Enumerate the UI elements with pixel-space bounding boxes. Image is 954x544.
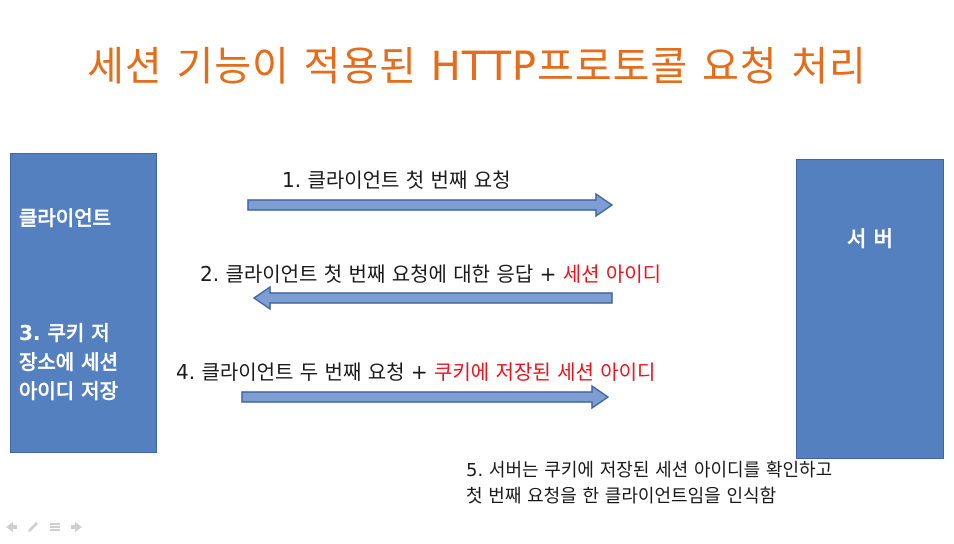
client-note-line-2: 장소에 세션 [19, 350, 118, 374]
final-note-line-2: 첫 번째 요청을 한 클라이언트임을 인식함 [466, 486, 777, 507]
slide-title: 세션 기능이 적용된 HTTP프로토콜 요청 처리 [87, 44, 867, 90]
final-note-line-1: 5. 서버는 쿠키에 저장된 세션 아이디를 확인하고 [466, 460, 833, 481]
message-1-label: 1. 클라이언트 첫 번째 요청 [282, 168, 511, 192]
arrow-1-to-server [247, 192, 614, 218]
client-note-line-3: 아이디 저장 [19, 379, 118, 403]
message-4-label: 4. 클라이언트 두 번째 요청 + 쿠키에 저장된 세션 아이디 [176, 356, 655, 385]
pen-icon[interactable] [26, 520, 40, 534]
server-label: 서 버 [847, 227, 893, 251]
message-4-highlight: 쿠키에 저장된 세션 아이디 [433, 360, 656, 384]
arrow-2-to-client [252, 285, 613, 311]
client-box: 클라이언트 3. 쿠키 저 장소에 세션 아이디 저장 [10, 153, 157, 453]
message-4-text: 4. 클라이언트 두 번째 요청 + [176, 360, 434, 384]
server-box: 서 버 [796, 159, 944, 459]
message-2-highlight: 세션 아이디 [562, 262, 662, 286]
client-note: 3. 쿠키 저 장소에 세션 아이디 저장 [19, 319, 154, 406]
client-note-line-1: 3. 쿠키 저 [19, 321, 110, 345]
arrow-4-to-server [241, 384, 610, 410]
menu-icon[interactable] [48, 520, 62, 534]
prev-slide-icon[interactable] [4, 520, 18, 534]
next-slide-icon[interactable] [70, 520, 84, 534]
message-2-label: 2. 클라이언트 첫 번째 요청에 대한 응답 + 세션 아이디 [200, 258, 661, 287]
final-note: 5. 서버는 쿠키에 저장된 세션 아이디를 확인하고 첫 번째 요청을 한 클… [466, 458, 832, 510]
slide-toolbar [4, 520, 84, 534]
client-label: 클라이언트 [19, 206, 111, 230]
message-2-text: 2. 클라이언트 첫 번째 요청에 대한 응답 + [200, 262, 563, 286]
